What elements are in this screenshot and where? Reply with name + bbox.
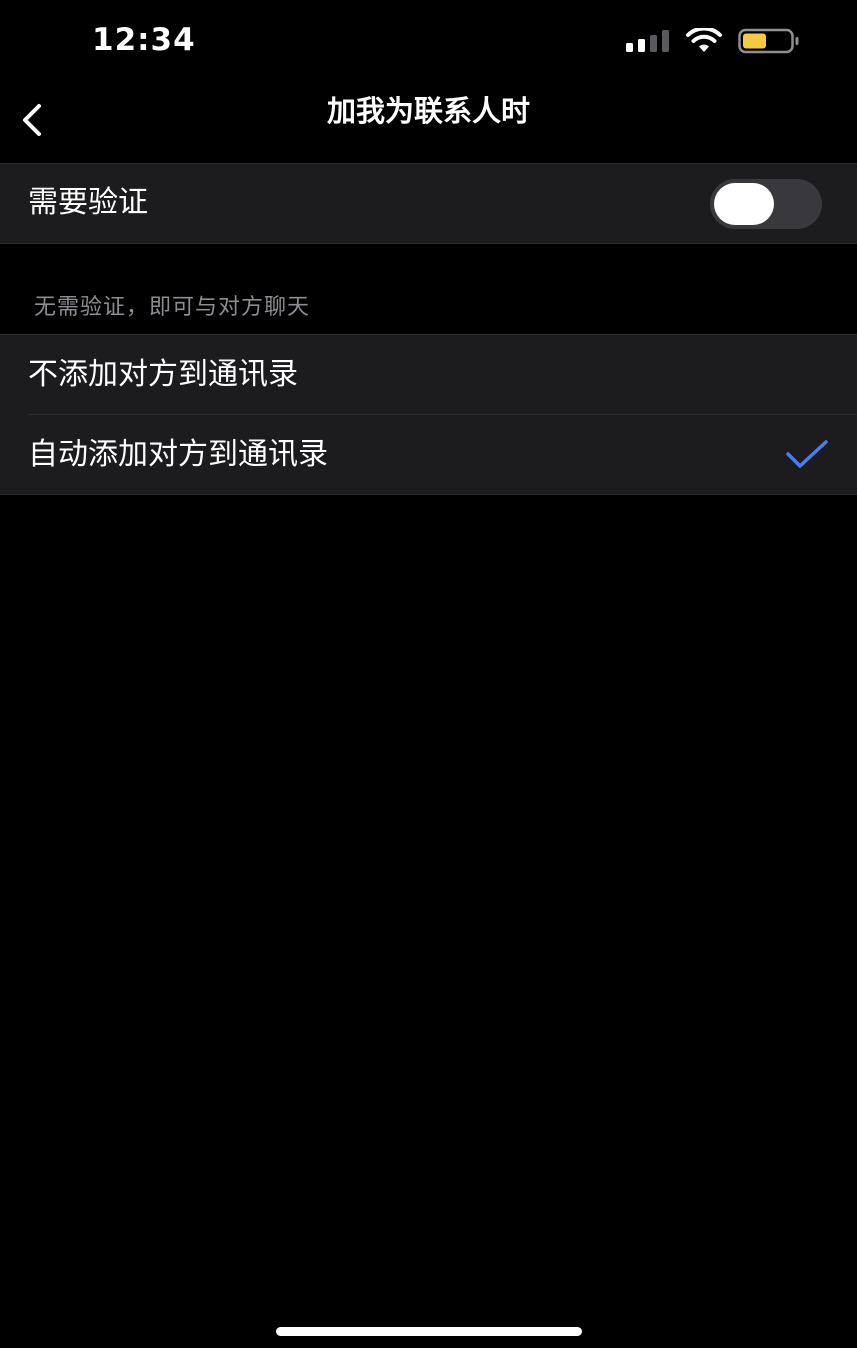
checkmark-icon xyxy=(786,440,828,468)
verify-section: 需要验证 xyxy=(0,163,857,244)
option-no-add[interactable]: 不添加对方到通讯录 xyxy=(0,335,857,415)
option-label: 不添加对方到通讯录 xyxy=(28,357,298,392)
toggle-knob xyxy=(714,183,774,225)
verify-label: 需要验证 xyxy=(28,185,148,220)
status-bar: 12:34 xyxy=(0,0,857,80)
nav-bar: 加我为联系人时 xyxy=(0,80,857,162)
options-section: 不添加对方到通讯录 自动添加对方到通讯录 xyxy=(0,334,857,495)
home-indicator[interactable] xyxy=(276,1327,582,1336)
option-auto-add[interactable]: 自动添加对方到通讯录 xyxy=(0,415,857,494)
wifi-icon xyxy=(686,28,722,52)
status-time: 12:34 xyxy=(92,22,196,58)
option-label: 自动添加对方到通讯录 xyxy=(28,437,328,472)
verify-toggle[interactable] xyxy=(710,179,822,229)
section-caption: 无需验证，即可与对方聊天 xyxy=(34,295,311,320)
signal-icon xyxy=(626,30,669,52)
page-title: 加我为联系人时 xyxy=(326,94,530,128)
battery-icon xyxy=(738,28,799,54)
